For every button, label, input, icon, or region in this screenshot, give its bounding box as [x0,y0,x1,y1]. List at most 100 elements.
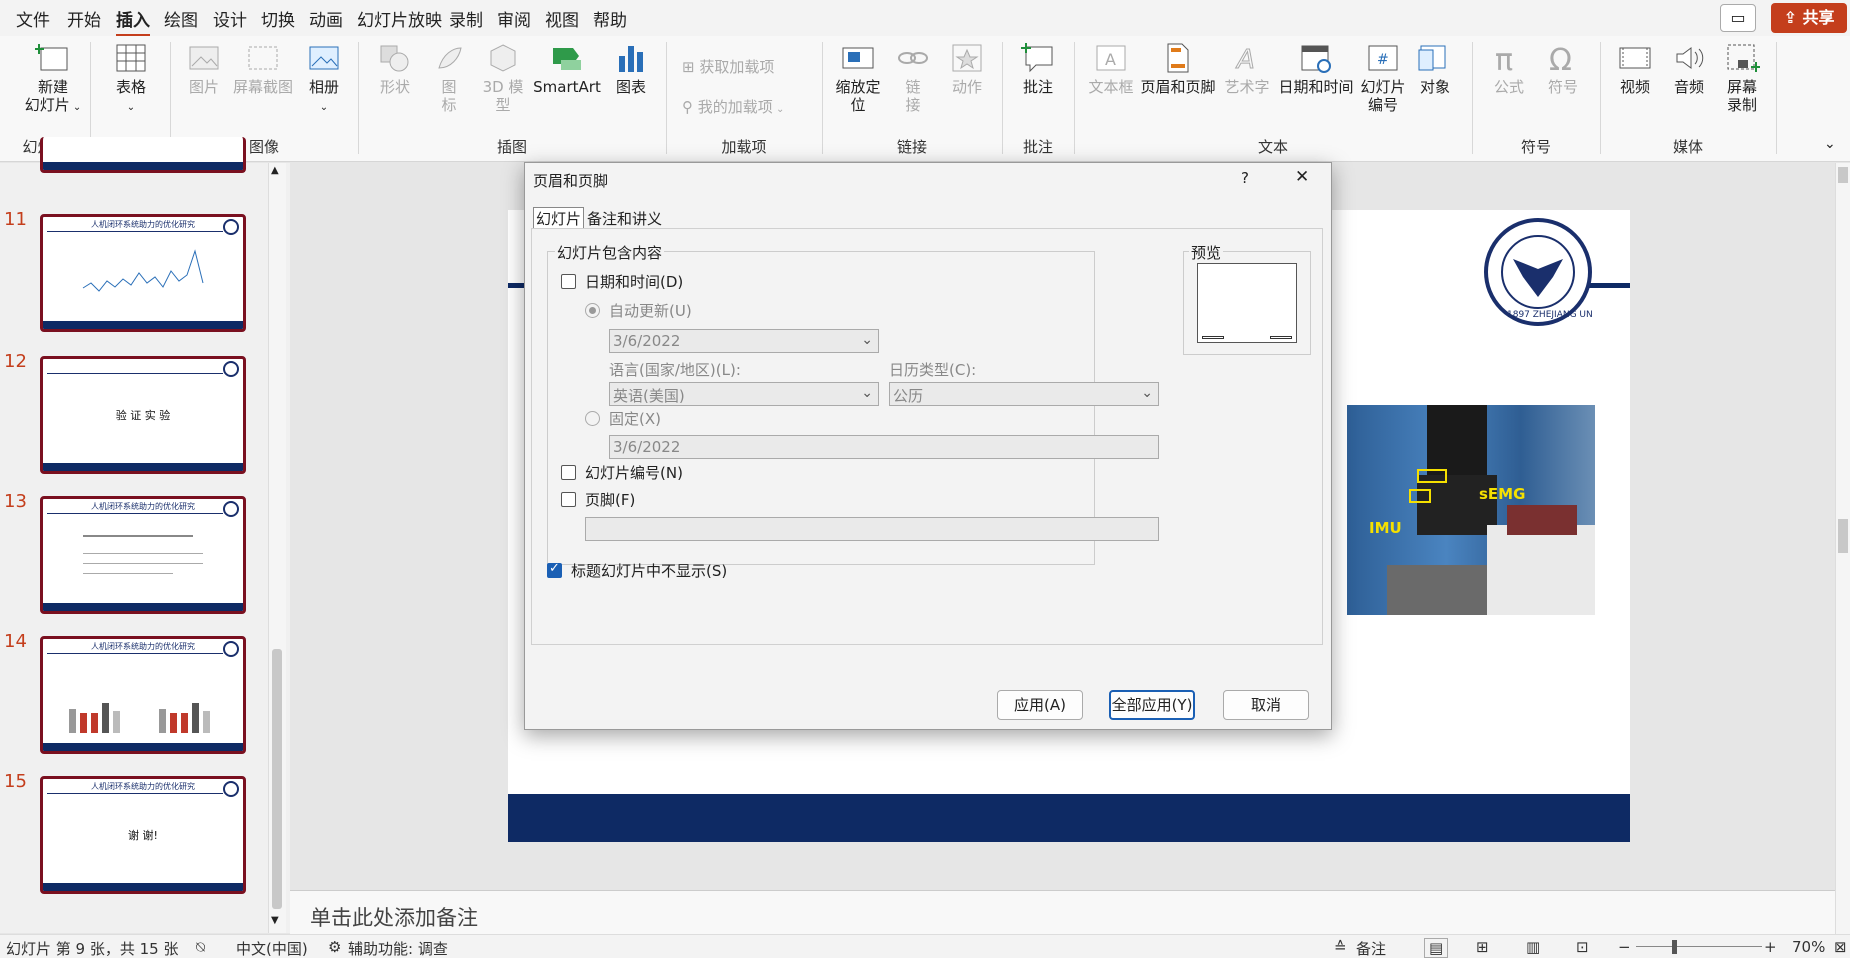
album-button[interactable]: 相册 ⌄ [298,42,350,117]
equation-button[interactable]: π 公式 [1486,42,1532,96]
zoom-level[interactable]: 70% [1792,938,1825,956]
icons-button[interactable]: 图 标 [428,42,470,114]
slide-number-checkbox-label[interactable]: 幻灯片编号(N) [585,462,683,483]
auto-update-radio[interactable] [585,303,600,318]
reading-view-icon[interactable]: ▥ [1526,938,1540,956]
datetime-checkbox[interactable] [561,274,576,289]
footer-checkbox-label[interactable]: 页脚(F) [585,489,635,510]
scroll-thumb[interactable] [1838,519,1848,553]
thumbnail-10[interactable] [40,137,246,173]
screen-record-button[interactable]: 屏幕 录制 [1718,42,1766,114]
cancel-button[interactable]: 取消 [1223,690,1309,720]
help-button[interactable]: ? [1241,169,1249,187]
fixed-radio[interactable] [585,411,600,426]
menu-design[interactable]: 设计 [213,6,247,31]
fit-window-icon[interactable]: ⊠ [1834,938,1847,956]
3d-model-button[interactable]: 3D 模 型 [478,42,528,114]
scroll-down-icon[interactable]: ▼ [271,915,279,926]
experiment-photo[interactable]: sEMG IMU [1347,405,1595,615]
scroll-up-icon[interactable]: ▲ [271,165,279,176]
accessibility-icon[interactable]: ⚙ [328,938,341,956]
new-slide-button[interactable]: 新建 幻灯片 ⌄ [18,42,88,117]
menu-animations[interactable]: 动画 [309,6,343,31]
smartart-button[interactable]: SmartArt [532,42,602,96]
fixed-date-input[interactable]: 3/6/2022 [609,435,1159,459]
scroll-thumb[interactable] [272,649,282,909]
language-select[interactable]: 英语(美国) ⌄ [609,382,879,406]
menu-review[interactable]: 审阅 [497,6,531,31]
svg-text:Ω: Ω [1549,43,1572,74]
spellcheck-icon[interactable]: ⍉ [196,938,205,956]
video-button[interactable]: 视频 [1612,42,1658,96]
zoom-button[interactable]: 缩放定 位 [830,42,886,114]
notes-icon[interactable]: ≙ [1334,938,1347,956]
menu-help[interactable]: 帮助 [593,6,627,31]
apply-button[interactable]: 应用(A) [997,690,1083,720]
link-button[interactable]: 链 接 [890,42,936,114]
get-addins-button[interactable]: ⊞ 获取加载项 [682,56,774,77]
menu-insert[interactable]: 插入 [116,6,150,37]
scroll-thumb[interactable] [1838,167,1848,183]
fixed-label[interactable]: 固定(X) [609,408,661,429]
menu-record[interactable]: 录制 [449,6,483,31]
table-button[interactable]: 表格 ⌄ [96,42,166,117]
footer-text-input[interactable] [585,517,1159,541]
symbol-button[interactable]: Ω 符号 [1540,42,1586,96]
comments-button[interactable]: ▭ [1720,4,1756,32]
svg-text:A: A [1105,50,1116,69]
normal-view-icon[interactable]: ▤ [1424,938,1449,958]
picture-button[interactable]: 图片 [176,42,232,96]
thumbnail-scrollbar[interactable]: ▲ ▼ [268,163,286,933]
language-indicator[interactable]: 中文(中国) [236,938,308,958]
sorter-view-icon[interactable]: ⊞ [1476,938,1489,956]
menu-file[interactable]: 文件 [16,6,50,31]
notes-pane[interactable] [290,890,1835,934]
apply-all-button[interactable]: 全部应用(Y) [1109,690,1195,720]
accessibility-status[interactable]: 辅助功能: 调查 [348,938,448,958]
wordart-button[interactable]: A 艺术字 [1222,42,1272,97]
action-button[interactable]: 动作 [944,42,990,96]
menu-transitions[interactable]: 切换 [261,6,295,31]
slide-number-button[interactable]: # 幻灯片 编号 [1358,42,1408,114]
thumbnail-15[interactable]: 人机闭环系统助力的优化研究 谢 谢! [40,776,246,894]
auto-date-select[interactable]: 3/6/2022 ⌄ [609,329,879,353]
zoom-out-icon[interactable]: − [1618,938,1631,956]
tab-notes-handouts[interactable]: 备注和讲义 [587,208,662,229]
comment-insert-button[interactable]: 批注 [1014,42,1062,96]
shapes-button[interactable]: 形状 [374,42,416,96]
slide-number-checkbox[interactable] [561,465,576,480]
canvas-scrollbar[interactable] [1835,163,1850,934]
calendar-select[interactable]: 公历 ⌄ [889,382,1159,406]
ribbon-collapse-icon[interactable]: ⌄ [1824,136,1836,152]
tab-slide[interactable]: 幻灯片 [533,207,585,230]
menu-view[interactable]: 视图 [545,6,579,31]
thumbnail-12[interactable]: 验 证 实 验 [40,356,246,474]
object-button[interactable]: 对象 [1412,42,1458,96]
hide-on-title-checkbox[interactable] [547,561,562,578]
notes-toggle[interactable]: 备注 [1356,938,1386,958]
close-button[interactable]: ✕ [1295,167,1309,187]
textbox-button[interactable]: A 文本框 [1086,42,1136,96]
thumbnail-11[interactable]: 人机闭环系统助力的优化研究 [40,214,246,332]
zoom-slider[interactable] [1636,946,1762,947]
menu-draw[interactable]: 绘图 [164,6,198,31]
screenshot-button[interactable]: 屏幕截图 [230,42,296,96]
slideshow-view-icon[interactable]: ⊡ [1576,938,1589,956]
thumbnail-13[interactable]: 人机闭环系统助力的优化研究 [40,496,246,614]
notes-placeholder[interactable]: 单击此处添加备注 [310,902,478,932]
share-button[interactable]: ⇪ 共享 [1771,3,1847,33]
my-addins-button[interactable]: ⚲ 我的加载项 ⌄ [682,96,784,117]
audio-button[interactable]: 音频 [1666,42,1712,96]
thumbnail-14[interactable]: 人机闭环系统助力的优化研究 [40,636,246,754]
menu-slideshow[interactable]: 幻灯片放映 [357,6,442,31]
auto-update-label[interactable]: 自动更新(U) [609,300,692,321]
menu-home[interactable]: 开始 [67,6,101,31]
zoom-in-icon[interactable]: + [1764,938,1777,956]
chart-button[interactable]: 图表 [610,42,652,96]
hide-on-title-label[interactable]: 标题幻灯片中不显示(S) [571,560,727,581]
header-footer-button[interactable]: 页眉和页脚 [1138,42,1218,96]
datetime-checkbox-label[interactable]: 日期和时间(D) [585,271,683,292]
footer-checkbox[interactable] [561,492,576,507]
datetime-button[interactable]: 日期和时间 [1276,42,1356,96]
zoom-slider-thumb[interactable] [1672,940,1677,954]
